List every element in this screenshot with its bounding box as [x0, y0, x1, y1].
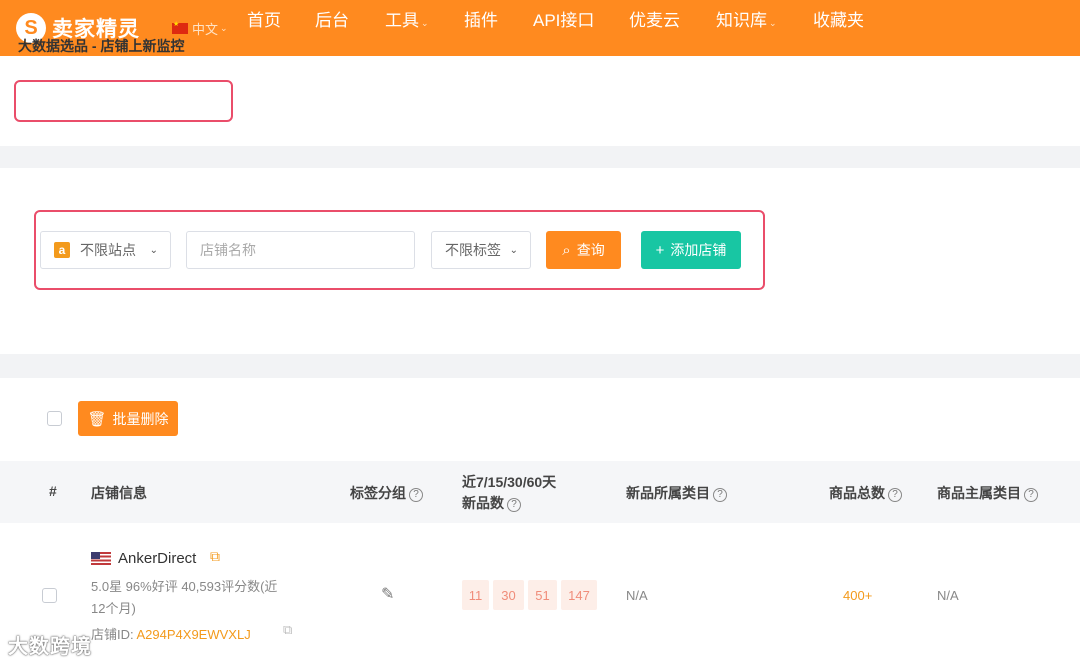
help-icon[interactable]: ?	[507, 498, 521, 512]
watermark: 大数跨境	[8, 636, 92, 658]
header-store-info: 店铺信息	[91, 485, 147, 501]
nav-item-knowledge[interactable]: 知识库 ⌄	[716, 0, 777, 56]
section-divider	[0, 354, 1080, 378]
new-count-60d[interactable]: 147	[561, 580, 597, 610]
trash-icon: 🗑	[87, 410, 107, 428]
store-id-link[interactable]: A294P4X9EWVXLJ	[137, 627, 251, 642]
header-index: #	[49, 483, 57, 499]
header-total-products: 商品总数?	[829, 483, 902, 503]
nav-item-youmaiyun[interactable]: 优麦云	[629, 0, 680, 56]
china-flag-icon	[172, 20, 188, 34]
row-checkbox[interactable]	[42, 588, 57, 603]
help-icon[interactable]: ?	[713, 488, 727, 502]
chevron-down-icon: ⌄	[421, 18, 429, 28]
main-category-value: N/A	[937, 588, 959, 603]
language-switcher[interactable]: 中文 ⌄	[172, 19, 228, 38]
table-header	[0, 461, 1080, 523]
nav-item-tools[interactable]: 工具 ⌄	[385, 0, 429, 56]
store-id: 店铺ID: A294P4X9EWVXLJ	[91, 627, 251, 642]
header-new-count-line1: 近7/15/30/60天	[462, 474, 557, 490]
header-new-category: 新品所属类目?	[626, 483, 727, 503]
bulk-delete-button[interactable]: 🗑 批量删除	[78, 401, 178, 436]
title-highlight-box	[14, 80, 233, 122]
new-count-7d[interactable]: 11	[462, 580, 489, 610]
chevron-down-icon: ⌄	[220, 22, 228, 33]
nav-item-favorites[interactable]: 收藏夹	[813, 0, 864, 56]
store-rating-period: 12个月)	[91, 601, 136, 616]
us-flag-icon	[91, 552, 111, 565]
new-category-value: N/A	[626, 588, 648, 603]
store-name[interactable]: AnkerDirect	[118, 550, 196, 567]
store-rating: 5.0星 96%好评 40,593评分数(近	[91, 579, 278, 594]
edit-tag-icon[interactable]: ✎	[381, 584, 394, 604]
header-new-count-line2: 新品数?	[462, 493, 521, 513]
language-label: 中文	[192, 21, 219, 37]
page-title: 大数据选品 - 店铺上新监控	[18, 38, 185, 54]
nav-item-backend[interactable]: 后台	[315, 0, 349, 56]
header-main-category: 商品主属类目?	[937, 483, 1038, 503]
chevron-down-icon: ⌄	[769, 18, 777, 28]
help-icon[interactable]: ?	[888, 488, 902, 502]
help-icon[interactable]: ?	[409, 488, 423, 502]
nav-item-home[interactable]: 首页	[247, 0, 281, 56]
nav-item-api[interactable]: API接口	[533, 0, 594, 56]
nav-item-plugins[interactable]: 插件	[464, 0, 498, 56]
external-link-icon[interactable]: ⧉	[210, 548, 220, 565]
new-count-15d[interactable]: 30	[493, 580, 524, 610]
new-count-30d[interactable]: 51	[528, 580, 557, 610]
select-all-checkbox[interactable]	[47, 411, 62, 426]
help-icon[interactable]: ?	[1024, 488, 1038, 502]
share-icon[interactable]: ⧉	[283, 622, 292, 638]
total-products-value[interactable]: 400+	[843, 588, 872, 603]
section-divider	[0, 146, 1080, 168]
filter-highlight-box	[34, 210, 765, 290]
header-tag-group: 标签分组?	[350, 483, 423, 503]
